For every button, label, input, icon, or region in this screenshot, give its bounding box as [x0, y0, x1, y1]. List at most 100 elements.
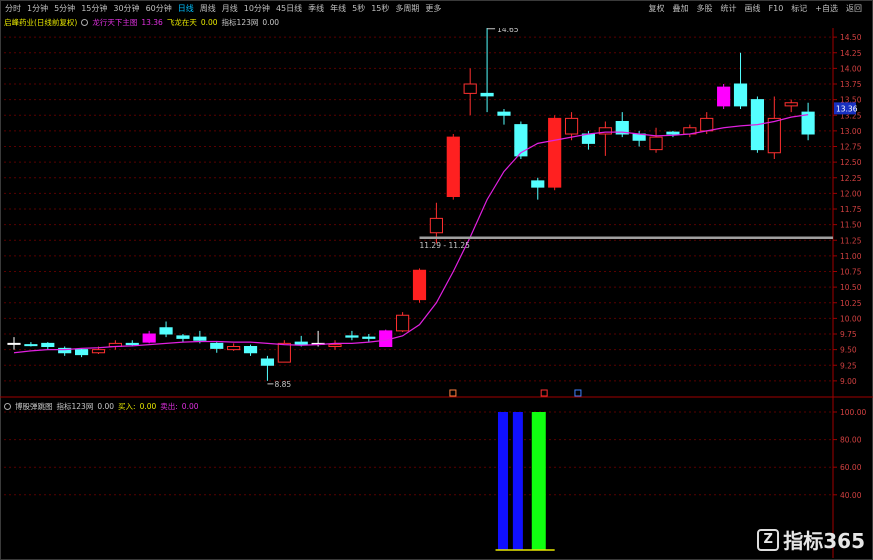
- tool-tab[interactable]: F10: [765, 2, 788, 16]
- candle-body: [24, 344, 38, 347]
- candle: [784, 99, 798, 113]
- candle-body: [767, 117, 781, 154]
- candle-body: [412, 269, 427, 301]
- candle-body: [649, 136, 663, 151]
- tool-tab[interactable]: 叠加: [669, 2, 693, 16]
- candle-body: [243, 346, 258, 354]
- candle-body: [446, 136, 460, 197]
- sub-tick-label: 80.00: [840, 436, 862, 445]
- watermark-logo-icon: Z: [757, 528, 780, 551]
- period-tab[interactable]: 15秒: [368, 2, 392, 16]
- candle: [24, 342, 38, 347]
- period-tab[interactable]: 日线: [175, 2, 197, 16]
- tool-tab[interactable]: 返回: [842, 2, 866, 16]
- candle-body: [75, 349, 89, 356]
- price-tick-label: 10.25: [840, 299, 862, 308]
- candle-body: [497, 111, 511, 116]
- tool-tab[interactable]: 多股: [693, 2, 717, 16]
- period-tab[interactable]: 5秒: [349, 2, 368, 16]
- candle-body: [548, 117, 562, 188]
- candle: [379, 329, 393, 347]
- period-tab[interactable]: 30分钟: [110, 2, 142, 16]
- candle-body: [277, 342, 291, 363]
- period-tab[interactable]: 更多: [422, 2, 444, 16]
- candle-body: [429, 217, 443, 234]
- tool-tab[interactable]: +自选: [811, 2, 842, 16]
- signal-bar: [531, 412, 546, 550]
- price-tick-label: 9.00: [840, 377, 857, 386]
- range-label: 11.29 - 11.25: [420, 241, 471, 250]
- high-label: 14.65: [497, 28, 519, 34]
- period-tab[interactable]: 周线: [197, 2, 219, 16]
- price-tick-label: 10.00: [840, 314, 862, 323]
- price-tick-label: 12.00: [840, 189, 862, 198]
- candle-body: [396, 314, 410, 332]
- signal-marker-icon: [540, 389, 548, 397]
- candle-body: [193, 336, 207, 341]
- sub-tick-label: 60.00: [840, 463, 862, 472]
- price-tick-label: 14.50: [840, 33, 862, 42]
- candle-body: [294, 341, 308, 346]
- signal-bar: [512, 412, 523, 550]
- signal-bar: [497, 412, 508, 550]
- candle-body: [733, 83, 748, 107]
- period-tab[interactable]: 年线: [327, 2, 349, 16]
- period-tab[interactable]: 多周期: [392, 2, 422, 16]
- tool-tab[interactable]: 复权: [645, 2, 669, 16]
- candle: [227, 343, 241, 351]
- period-tab[interactable]: 60分钟: [143, 2, 175, 16]
- candle: [717, 84, 731, 109]
- candle: [598, 121, 612, 156]
- candle: [277, 340, 291, 363]
- tool-tab[interactable]: 标记: [787, 2, 811, 16]
- indicator-value-1: 0.00: [200, 18, 218, 27]
- period-tab[interactable]: 分时: [2, 2, 24, 16]
- sub-indicator-chart[interactable]: 100.00 80.00 60.00 40.00: [0, 398, 873, 558]
- period-tab[interactable]: 1分钟: [24, 2, 51, 16]
- candle: [108, 340, 122, 350]
- candle: [396, 312, 410, 333]
- candle: [531, 177, 545, 200]
- candle-body: [784, 102, 798, 107]
- indicator-name[interactable]: 龙行天下主图: [92, 17, 137, 28]
- tool-tab[interactable]: 统计: [717, 2, 741, 16]
- candle: [446, 134, 460, 200]
- candle: [243, 344, 258, 356]
- price-tick-label: 14.25: [840, 49, 862, 58]
- candle: [142, 330, 156, 344]
- period-tab[interactable]: 月线: [219, 2, 241, 16]
- indicator-value-2: 0.00: [262, 18, 280, 27]
- price-tick-label: 12.25: [840, 174, 862, 183]
- price-tick-label: 10.75: [840, 268, 862, 277]
- low-label: 8.85: [274, 380, 291, 389]
- candle-body: [666, 131, 680, 135]
- watermark: Z 指标365: [757, 525, 865, 554]
- candle: [75, 348, 89, 358]
- sub-tick-label: 40.00: [840, 491, 862, 500]
- price-tick-label: 9.75: [840, 330, 857, 339]
- period-tab[interactable]: 5分钟: [51, 2, 78, 16]
- candle: [210, 342, 224, 353]
- candle-body: [7, 342, 21, 345]
- candle-body: [463, 83, 477, 94]
- period-tab[interactable]: 15分钟: [78, 2, 110, 16]
- current-price-label: 13.36: [836, 104, 858, 113]
- tool-tab[interactable]: 画线: [741, 2, 765, 16]
- candlestick-chart[interactable]: 14.5014.2514.0013.7513.5013.2513.0012.75…: [0, 28, 873, 398]
- candle: [7, 337, 21, 350]
- candle-body: [328, 344, 342, 347]
- price-tick-label: 13.00: [840, 127, 862, 136]
- period-tab[interactable]: 季线: [305, 2, 327, 16]
- candle-body: [260, 358, 275, 366]
- candle: [767, 96, 781, 159]
- candle-body: [700, 117, 714, 132]
- price-tick-label: 9.50: [840, 346, 857, 355]
- period-tab[interactable]: 10分钟: [241, 2, 273, 16]
- indicator-toggle-icon[interactable]: [81, 19, 89, 26]
- watermark-text: 指标365: [783, 529, 865, 553]
- candle-body: [581, 133, 596, 144]
- price-tick-label: 9.25: [840, 361, 857, 370]
- period-tab[interactable]: 45日线: [273, 2, 305, 16]
- candle-body: [176, 335, 190, 339]
- price-tick-label: 12.75: [840, 143, 862, 152]
